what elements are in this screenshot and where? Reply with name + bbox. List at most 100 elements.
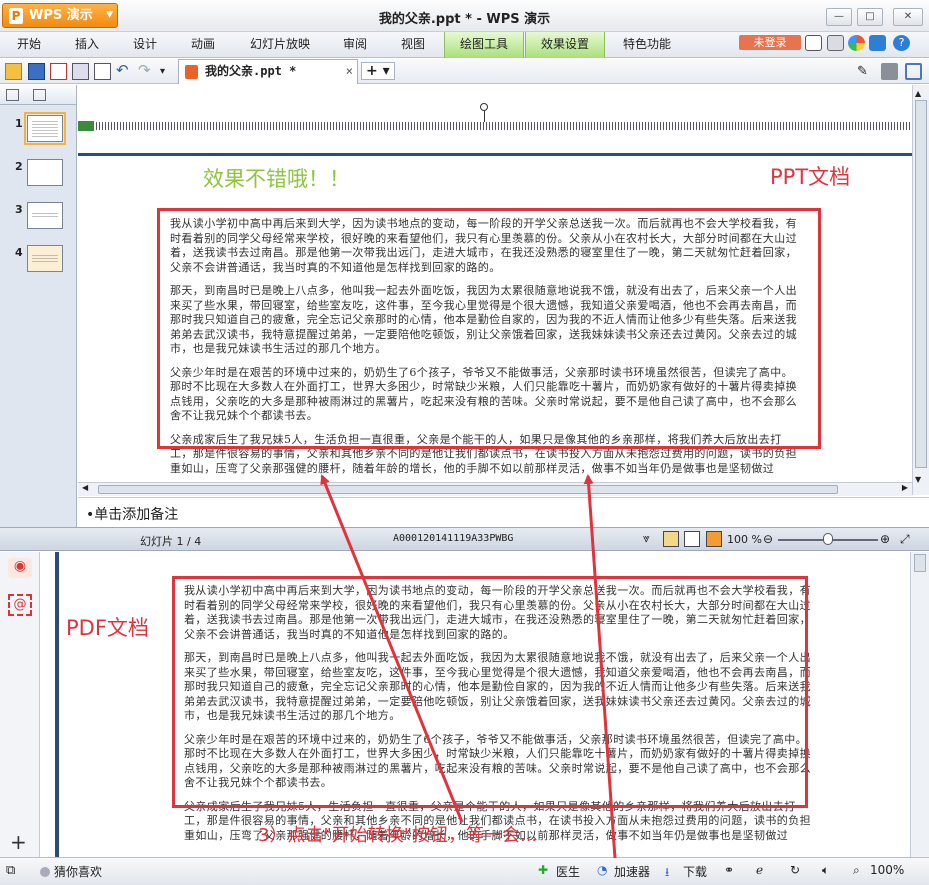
menu-drawing-tools[interactable]: 绘图工具 [444,32,524,58]
annotation-step-3: 3）点击"开始转换"按钮，等一会... [258,825,538,846]
title-bar: P WPS 演示 ▼ 我的父亲.ppt * - WPS 演示 — □ ✕ [0,0,929,32]
slides-tab-icon[interactable] [33,89,46,101]
document-tab-label: 我的父亲.ppt * [205,64,297,78]
export-pdf-icon[interactable] [50,63,67,80]
slide-thumbnail-1[interactable] [24,112,66,145]
accelerator-icon[interactable]: ◔ [597,863,607,877]
scroll-thumb[interactable] [98,485,838,494]
annotation-pdf-document: PDF文档 [66,616,149,640]
doctor-icon[interactable]: ✚ [538,863,548,877]
annotation-ppt-document: PPT文档 [770,165,851,189]
refresh-icon[interactable]: ↻ [790,863,800,877]
print-preview-icon[interactable] [94,63,111,80]
slide-thumbnail-2[interactable] [27,159,63,186]
status-dot-icon [40,867,50,877]
weibo-icon[interactable]: ◉ [8,558,32,578]
panel-tabs [0,85,76,105]
slideshow-view-icon[interactable] [706,531,722,547]
tools-icon[interactable]: ✎ [857,63,874,80]
volume-icon[interactable]: 🔈︎ [822,863,829,878]
menu-review[interactable]: 审阅 [332,32,378,58]
guess-you-like-link[interactable]: 猜你喜欢 [54,863,102,880]
slide-number: 1 [15,117,23,130]
menu-view[interactable]: 视图 [390,32,436,58]
doctor-link[interactable]: 医生 [556,863,580,880]
quick-toolbar: ↶ ↷ ▾ ✎ [0,59,929,84]
save-icon[interactable] [28,63,45,80]
slide-vertical-scrollbar[interactable]: ▲ ▼ [912,85,929,495]
bottom-bar: ⧉ 猜你喜欢 ✚ 医生 ◔ 加速器 ⭳ 下载 ⚭ ℯ ↻ 🔈︎ ⌕ 100% [0,857,929,885]
menu-effect-settings[interactable]: 效果设置 [525,32,605,58]
scroll-thumb[interactable] [915,100,927,468]
slide-counter: 幻灯片 1 / 4 [140,535,202,548]
chevron-down-icon[interactable] [805,35,822,51]
document-id: A000120141119A33PWBG [393,533,514,544]
menu-design[interactable]: 设计 [122,32,168,58]
panel-icon[interactable] [881,63,898,80]
cloud-icon[interactable] [869,35,886,51]
print-icon[interactable] [72,63,89,80]
slide-number: 2 [15,160,23,173]
accelerator-link[interactable]: 加速器 [614,863,650,880]
window-layout-icon[interactable] [905,63,922,80]
open-icon[interactable] [5,63,22,80]
layout-icon[interactable]: ⧉ [6,863,15,878]
download-link[interactable]: 下载 [683,863,707,880]
slide-thumbnail-3[interactable] [27,202,63,229]
more-dropdown-icon[interactable]: ▾ [160,63,177,80]
outline-tab-icon[interactable] [6,89,19,101]
pdf-side-toolbar: ◉ @ + [0,552,40,857]
menu-special-features[interactable]: 特色功能 [612,32,682,58]
fit-window-icon[interactable]: ⤢ [900,532,910,547]
scroll-thumb[interactable] [914,554,926,572]
ruler [78,85,912,157]
slide-thumbnail-4[interactable] [27,245,63,272]
menu-home[interactable]: 开始 [6,32,52,58]
pdf-vertical-scrollbar[interactable] [910,552,929,857]
zoom-in-icon[interactable]: ⊕ [880,532,890,546]
bottom-zoom-level[interactable]: 100% [870,863,904,877]
theme-icon[interactable] [848,35,865,51]
slide-horizontal-scrollbar[interactable]: ◀ ▶ [78,482,912,496]
maximize-button[interactable]: □ [857,8,883,26]
normal-view-icon[interactable] [663,531,679,547]
menu-animation[interactable]: 动画 [180,32,226,58]
download-icon[interactable]: ⭳ [665,863,669,884]
scroll-left-icon[interactable]: ◀ [82,483,88,492]
ie-icon[interactable]: ℯ [756,863,763,877]
close-window-button[interactable]: ✕ [893,8,923,26]
link-icon[interactable]: ⚭ [724,863,734,877]
zoom-out-icon[interactable]: ⊖ [763,532,773,546]
email-icon[interactable]: @ [8,594,32,616]
ruler-marker [78,121,94,131]
ppt-highlight-box [157,208,821,449]
add-icon[interactable]: + [10,830,27,854]
skin-icon[interactable] [827,35,844,51]
scroll-right-icon[interactable]: ▶ [902,483,908,492]
menu-slideshow[interactable]: 幻灯片放映 [240,32,320,58]
annotation-good-effect: 效果不错哦！！ [203,167,350,191]
menu-insert[interactable]: 插入 [64,32,110,58]
help-icon[interactable]: ? [893,35,910,51]
redo-icon[interactable]: ↷ [138,63,155,80]
sorter-view-icon[interactable] [684,531,700,547]
window-title: 我的父亲.ppt * - WPS 演示 [378,12,551,27]
zoom-icon[interactable]: ⌕ [853,863,860,878]
page-edge [55,552,59,857]
slide-number: 4 [15,246,23,259]
login-button[interactable]: 未登录 [739,35,801,50]
rotate-handle[interactable] [480,103,488,111]
slide-number: 3 [15,203,23,216]
zoom-slider-knob[interactable] [823,533,833,545]
chevron-down-icon[interactable]: ⩔ [643,531,650,546]
pdf-highlight-box [172,576,808,808]
document-tab[interactable]: 我的父亲.ppt * × [178,59,358,84]
ppt-file-icon [185,65,198,79]
minimize-button[interactable]: — [826,8,852,26]
scroll-down-icon[interactable]: ▼ [915,475,921,484]
new-tab-button[interactable]: + ▾ [361,62,395,80]
scroll-up-icon[interactable]: ▲ [915,89,921,98]
undo-icon[interactable]: ↶ [116,63,133,80]
notes-pane[interactable]: •单击添加备注 [78,497,929,527]
close-tab-icon[interactable]: × [346,60,353,82]
